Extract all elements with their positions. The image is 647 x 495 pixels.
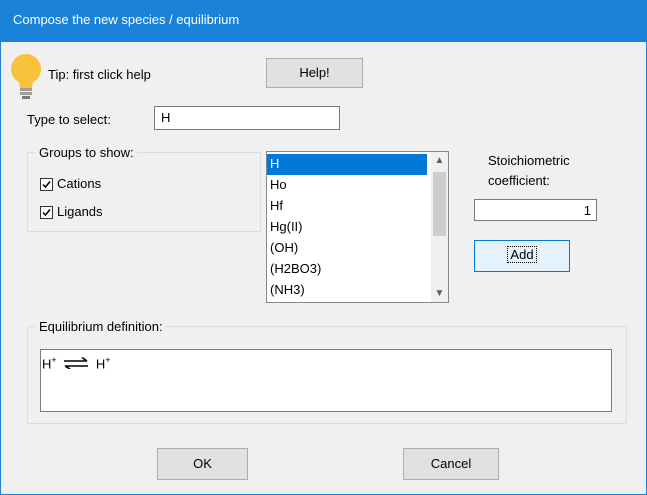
list-item[interactable]: (NH3) xyxy=(267,280,427,301)
list-item[interactable]: (OH) xyxy=(267,238,427,259)
lightbulb-icon xyxy=(7,52,45,102)
stoich-input-value: 1 xyxy=(583,203,591,218)
select-label: Type to select: xyxy=(27,112,111,127)
groups-groupbox: Groups to show: xyxy=(27,145,261,232)
cancel-button[interactable]: Cancel xyxy=(403,448,499,480)
tip-text: Tip: first click help xyxy=(48,67,151,82)
stoich-label-line2: coefficient: xyxy=(488,173,550,188)
checkmark-icon xyxy=(42,181,51,189)
equilibrium-left-species: H xyxy=(42,356,52,372)
stoich-label-line1: Stoichiometric xyxy=(488,153,570,168)
add-button[interactable]: Add xyxy=(474,240,570,272)
help-button-label: Help! xyxy=(299,65,330,80)
equilibrium-right-species: H xyxy=(95,356,106,372)
checkmark-icon xyxy=(42,209,51,217)
list-item[interactable]: Hg(II) xyxy=(267,217,427,238)
equilibrium-left-charge: + xyxy=(51,355,57,365)
select-input-value: H xyxy=(161,110,171,125)
list-item[interactable]: Hf xyxy=(267,196,427,217)
equilibrium-arrows-icon xyxy=(63,357,89,372)
groups-legend: Groups to show: xyxy=(36,145,137,160)
equilibrium-legend: Equilibrium definition: xyxy=(36,319,166,334)
equilibrium-display: H+ H+ xyxy=(40,349,612,412)
window-title: Compose the new species / equilibrium xyxy=(13,12,240,27)
ligands-label[interactable]: Ligands xyxy=(57,204,103,219)
ok-button[interactable]: OK xyxy=(157,448,248,480)
scroll-thumb[interactable] xyxy=(433,172,446,236)
scroll-up-icon[interactable]: ▲ xyxy=(431,152,448,169)
species-listbox[interactable]: H Ho Hf Hg(II) (OH) (H2BO3) (NH3) ▲ ▼ xyxy=(266,151,449,303)
ok-button-label: OK xyxy=(193,456,212,471)
cancel-button-label: Cancel xyxy=(430,456,472,471)
list-item[interactable]: H xyxy=(267,154,427,175)
list-item[interactable]: (H2BO3) xyxy=(267,259,427,280)
cations-label[interactable]: Cations xyxy=(57,176,101,191)
scroll-down-icon[interactable]: ▼ xyxy=(431,285,448,302)
title-bar[interactable]: Compose the new species / equilibrium xyxy=(0,0,647,42)
stoich-input[interactable]: 1 xyxy=(474,199,597,221)
equilibrium-right-charge: + xyxy=(105,355,111,365)
ligands-checkbox[interactable] xyxy=(40,206,53,219)
help-button[interactable]: Help! xyxy=(266,58,363,88)
add-button-label: Add xyxy=(507,246,537,263)
window-border xyxy=(0,42,1,495)
cations-checkbox[interactable] xyxy=(40,178,53,191)
select-input[interactable]: H xyxy=(154,106,340,130)
list-scrollbar[interactable]: ▲ ▼ xyxy=(431,152,448,302)
list-item[interactable]: Ho xyxy=(267,175,427,196)
